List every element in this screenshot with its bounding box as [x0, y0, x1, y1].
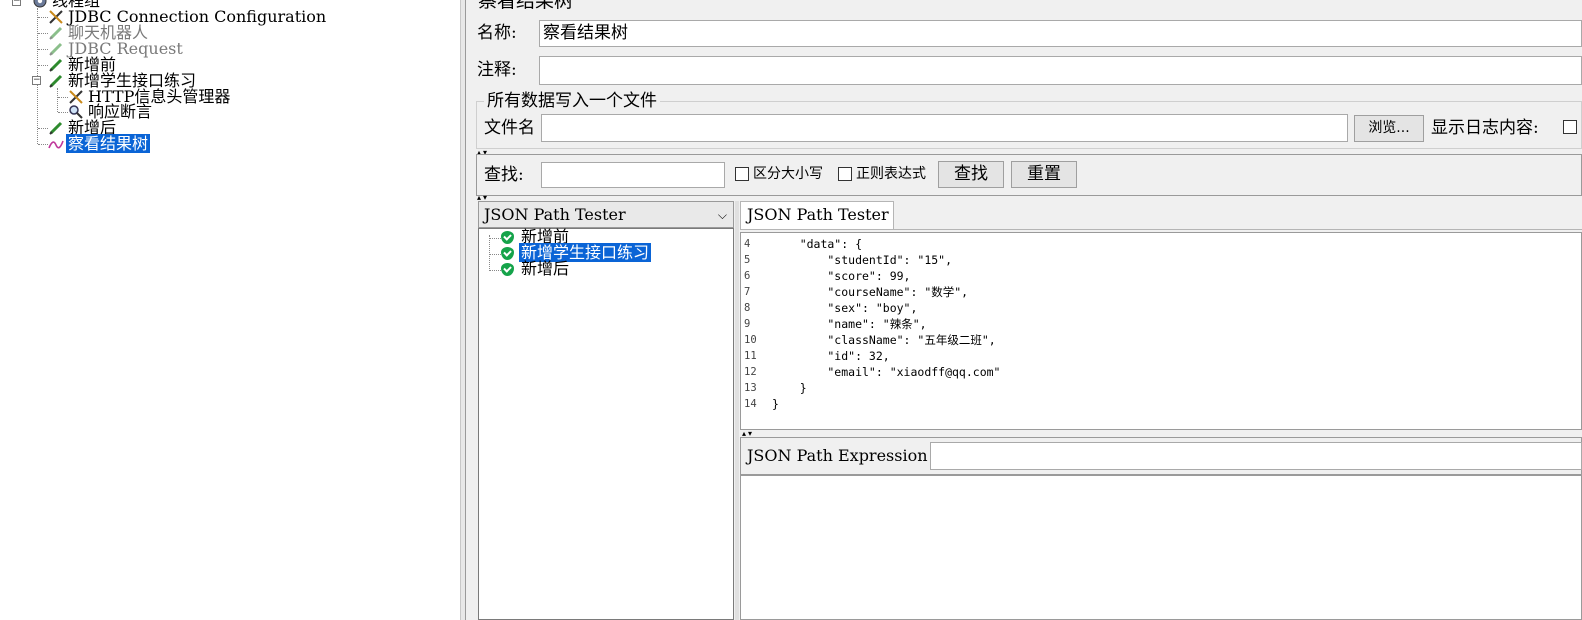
- expression-input[interactable]: [930, 442, 1582, 470]
- sample-result-item[interactable]: 新增后: [501, 261, 571, 277]
- expression-label: JSON Path Expression: [747, 446, 928, 465]
- line-number: 11: [744, 350, 757, 362]
- panel-title: 察看结果树: [478, 0, 574, 12]
- chevron-down-icon: ⌵: [717, 208, 727, 222]
- line-number: 7: [744, 286, 751, 298]
- tree-connector: [38, 65, 48, 66]
- regex-label: 正则表达式: [856, 166, 926, 182]
- tree-connector: [38, 49, 48, 50]
- search-input[interactable]: [541, 162, 725, 188]
- pencil-icon: [48, 120, 64, 136]
- tree-item-label: 察看结果树: [66, 134, 151, 153]
- code-line: "data": {: [772, 237, 863, 251]
- sample-results-list: 新增前 新增学生接口练习 新增后: [478, 228, 734, 620]
- line-number: 6: [744, 270, 751, 282]
- tree-connector: [38, 144, 48, 145]
- tree-connector: [38, 33, 48, 34]
- line-number: 9: [744, 318, 751, 330]
- tree-connector: [58, 97, 68, 98]
- collapse-toggle[interactable]: −: [12, 0, 21, 6]
- line-number: 12: [744, 366, 757, 378]
- case-sensitive-checkbox[interactable]: [735, 167, 749, 181]
- line-number: 5: [744, 254, 751, 266]
- pencil-icon: [48, 25, 64, 41]
- log-errors-checkbox[interactable]: [1563, 120, 1577, 134]
- success-shield-icon: [501, 231, 514, 244]
- tree-connector: [38, 17, 48, 18]
- tree-connector: [38, 128, 48, 129]
- tree-connector: [489, 235, 490, 269]
- line-number: 8: [744, 302, 751, 314]
- filename-label: 文件名: [484, 118, 535, 138]
- expression-result-area[interactable]: [740, 475, 1582, 620]
- filename-field[interactable]: [541, 114, 1348, 142]
- response-body-viewer[interactable]: 4 "data": { 5 "studentId": "15", 6 "score"…: [740, 232, 1582, 430]
- graph-icon: [48, 136, 64, 152]
- sample-result-label: 新增后: [521, 259, 570, 278]
- tree-connector: [489, 270, 501, 271]
- renderer-select-value: JSON Path Tester: [484, 205, 626, 224]
- name-label: 名称:: [477, 23, 517, 43]
- line-number: 10: [744, 334, 757, 346]
- log-content-label: 显示日志内容:: [1431, 118, 1539, 138]
- renderer-select[interactable]: JSON Path Tester ⌵: [478, 201, 734, 228]
- browse-button[interactable]: 浏览...: [1354, 115, 1424, 142]
- collapse-toggle[interactable]: −: [32, 76, 41, 85]
- case-sensitive-label: 区分大小写: [753, 166, 823, 182]
- search-label: 查找:: [484, 165, 524, 185]
- success-shield-icon: [501, 263, 514, 276]
- find-button[interactable]: 查找: [938, 161, 1004, 188]
- view-results-tree-panel: 察看结果树 名称: 察看结果树 注释: 所有数据写入一个文件 文件名 浏览...…: [466, 0, 1582, 620]
- code-line: "id": 32,: [772, 349, 890, 363]
- line-number: 13: [744, 382, 757, 394]
- pencil-icon: [48, 73, 64, 89]
- code-line: }: [772, 397, 779, 411]
- line-number: 14: [744, 398, 757, 410]
- pencil-icon: [48, 57, 64, 73]
- code-line: "courseName": "数学",: [772, 285, 969, 299]
- wrench-icon: [68, 89, 84, 105]
- pencil-icon: [48, 41, 64, 57]
- regex-checkbox[interactable]: [838, 167, 852, 181]
- code-line: "email": "xiaodff@qq.com": [772, 365, 1001, 379]
- code-line: "name": "辣条",: [772, 317, 927, 331]
- comment-label: 注释:: [477, 60, 517, 80]
- tree-connector: [57, 88, 58, 112]
- code-line: "sex": "boy",: [772, 301, 918, 315]
- test-plan-tree: − 线程组 JDBC Connection Configuration 聊天机器…: [0, 0, 460, 620]
- tab-json-path-tester[interactable]: JSON Path Tester: [740, 201, 894, 229]
- code-line: "score": 99,: [772, 269, 911, 283]
- tree-connector: [489, 238, 501, 239]
- tree-connector: [58, 112, 68, 113]
- thread-group-icon: [32, 0, 48, 9]
- list-splitter[interactable]: [735, 201, 739, 620]
- name-field[interactable]: 察看结果树: [539, 20, 1582, 47]
- tab-divider: [740, 229, 1582, 230]
- comment-field[interactable]: [539, 56, 1582, 85]
- wrench-icon: [48, 9, 64, 25]
- code-line: "className": "五年级二班",: [772, 333, 996, 347]
- code-line: }: [772, 381, 807, 395]
- reset-button[interactable]: 重置: [1011, 161, 1077, 188]
- code-line: "studentId": "15",: [772, 253, 953, 267]
- success-shield-icon: [501, 247, 514, 260]
- tree-item-view-results-tree[interactable]: 察看结果树: [48, 134, 151, 153]
- line-number: 4: [744, 238, 751, 250]
- file-group-title: 所有数据写入一个文件: [484, 91, 660, 111]
- tree-connector: [489, 254, 501, 255]
